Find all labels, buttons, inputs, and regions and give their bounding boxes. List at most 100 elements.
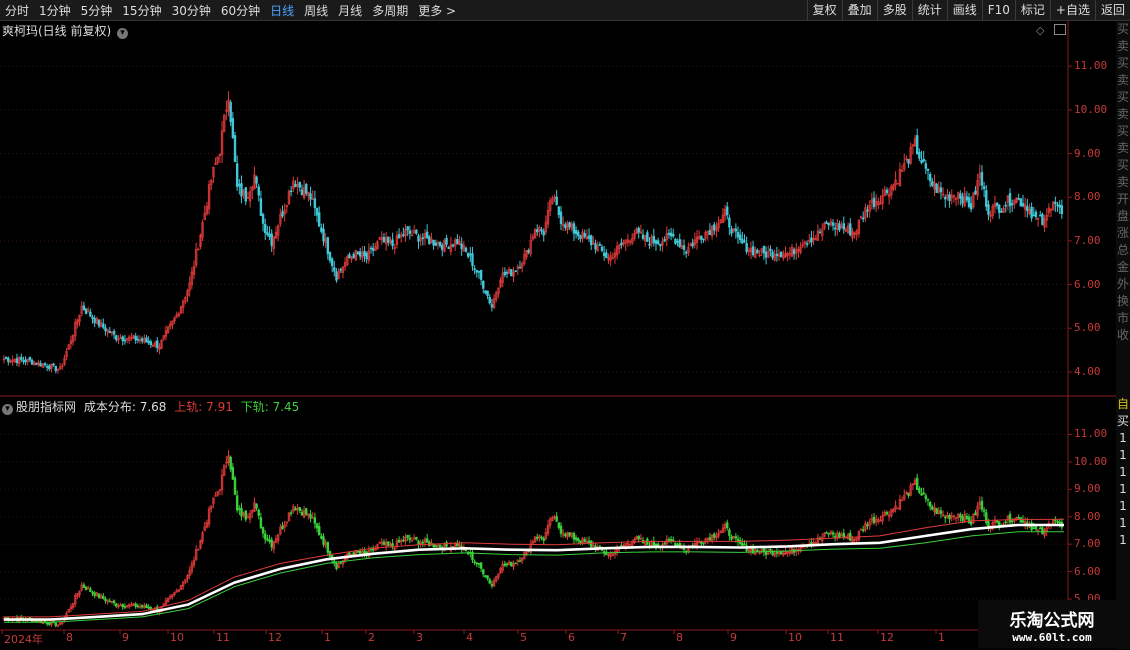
ind-candle-body [985,512,988,523]
date-tick-label: 9 [730,631,737,644]
main-candle-body [762,245,766,254]
side-info-label: 卖 [1116,175,1129,189]
ind-candle-body [730,536,733,540]
main-candle-body [484,290,487,294]
main-candle-body [268,233,271,237]
main-candle-body [298,181,301,188]
main-candle-body [646,232,649,242]
main-candle-body [369,247,373,250]
main-candle-body [708,230,712,236]
ind-candle-body [112,600,116,604]
main-candle-body [309,193,312,200]
ind-candle-body [557,522,561,528]
ind-candle-body [119,604,122,607]
ind-candle-body [944,516,947,519]
main-candle-body [568,222,571,228]
main-candle-body [736,232,740,238]
ind-candle-body [402,539,405,542]
price-chart-canvas[interactable] [0,0,1116,650]
watermark-title: 乐淘公式网 [1009,611,1095,631]
main-candle-body [587,235,591,239]
date-tick-label: 2 [368,631,375,644]
ind-candle-body [862,529,865,532]
main-candle-body [928,173,932,182]
ind-candle-body [1039,527,1042,530]
upper-value: 7.91 [206,400,233,414]
main-candle-body [922,158,925,162]
main-candle-body [22,360,25,362]
ind-candle-body [121,604,124,608]
ind-candle-body [939,510,943,514]
main-candle-body [728,217,731,228]
ind-candle-body [45,622,49,625]
ind-candle-body [305,508,308,515]
main-candle-body [421,237,425,240]
chevron-down-icon[interactable]: ▾ [2,404,13,415]
main-candle-body [335,271,338,281]
main-candle-body [102,323,105,328]
main-candle-body [121,336,124,341]
main-candle-body [590,235,593,246]
diamond-icon[interactable]: ◇ [1036,24,1044,37]
indicator-side-label: 1 [1119,448,1127,462]
main-candle-body [779,251,783,258]
side-info-label: 买 [1116,158,1129,172]
main-candle-body [678,239,681,248]
main-candle-body [974,190,977,195]
main-candle-body [35,363,38,365]
ind-candle-body [486,575,489,579]
ind-candle-body [1034,525,1038,530]
ind-candle-body [734,536,738,539]
ind-candle-body [4,617,8,619]
main-candle-body [926,168,930,171]
main-candle-body [1021,203,1025,207]
chevron-down-icon[interactable]: ▾ [117,28,129,39]
main-candle-body [771,251,774,258]
main-candle-body [998,204,1001,213]
main-candle-body [924,163,928,169]
main-candle-body [702,238,705,241]
ind-candle-body [348,552,351,556]
main-candle-body [682,245,686,250]
panel-toggle-icon[interactable] [1054,24,1066,35]
indicator-side-label: 自 [1116,397,1129,411]
side-info-label: 买 [1116,56,1129,70]
ind-candle-body [281,525,284,529]
ind-candle-body [434,545,437,548]
main-candle-body [24,359,27,363]
ind-candle-body [542,537,545,541]
ind-candle-body [97,593,101,598]
indicator-side-label: 1 [1119,533,1127,547]
main-candle-body [540,229,543,232]
main-candle-body [833,227,837,230]
main-candle-body [365,252,368,260]
main-candle-body [1060,205,1064,215]
side-info-label: 卖 [1116,141,1129,155]
ind-candle-body [115,603,118,607]
ind-candle-body [915,477,919,490]
main-candle-body [408,230,412,234]
date-tick-label: 8 [676,631,683,644]
main-candle-body [30,359,34,365]
main-candle-body [123,339,127,342]
ind-candle-body [974,512,977,515]
main-candle-body [1041,213,1044,225]
side-info-label: 卖 [1116,39,1129,53]
ind-candle-body [872,516,876,524]
main-candle-body [542,231,545,236]
main-candle-body [756,249,759,254]
ind-candle-body [415,537,418,540]
side-info-label: 金 [1116,260,1129,274]
ind-candle-body [270,539,273,548]
ind-candle-body [1041,527,1044,535]
main-candle-body [397,234,401,239]
main-candle-body [654,240,658,244]
ind-candle-body [518,560,522,563]
ind-candle-body [833,535,837,538]
price-tick-label: 4.00 [1074,364,1101,378]
date-tick-label: 1 [938,631,945,644]
ind-candle-body [579,540,582,544]
main-candle-body [743,240,746,243]
main-candle-body [490,304,494,308]
main-candle-body [1019,198,1023,207]
